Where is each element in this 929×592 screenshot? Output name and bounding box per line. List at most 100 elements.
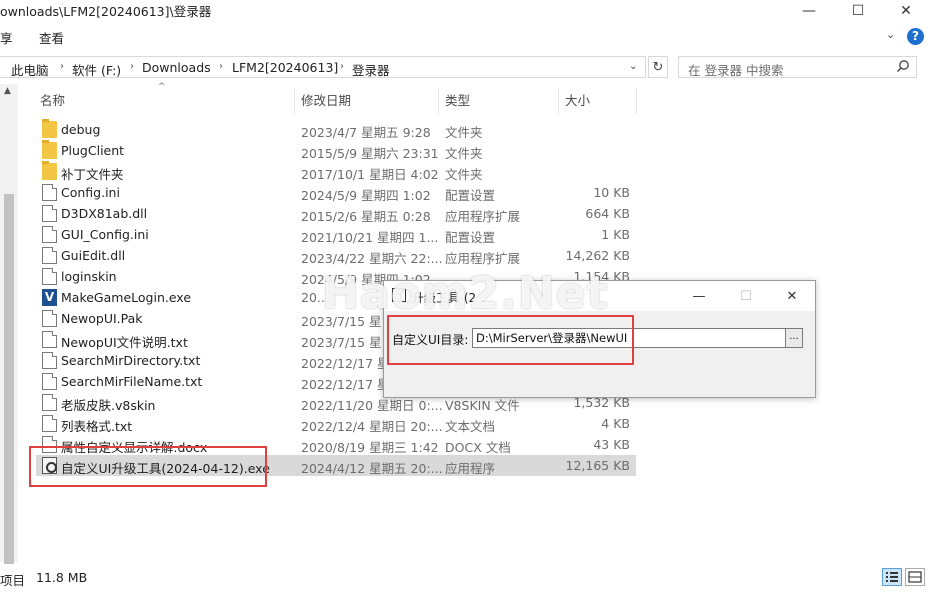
file-type: 文件夹: [445, 146, 483, 161]
selected-size: 11.8 MB: [36, 570, 88, 585]
file-modified-date: 2023/4/22 星期六 22:...: [301, 251, 443, 266]
file-name: SearchMirFileName.txt: [61, 374, 203, 389]
dll-file-icon: [42, 247, 57, 264]
help-icon[interactable]: ?: [907, 28, 924, 45]
ini-file-icon: [42, 184, 57, 201]
maximize-icon: ☐: [851, 3, 865, 19]
breadcrumb-separator[interactable]: ›: [219, 61, 223, 72]
refresh-icon: ↻: [652, 59, 664, 75]
tab-view[interactable]: 查看: [39, 28, 64, 47]
file-modified-date: 2020/8/19 星期三 1:42: [301, 440, 439, 455]
column-divider[interactable]: [558, 88, 559, 114]
breadcrumb-lfm2[interactable]: LFM2[20240613]: [232, 60, 338, 75]
file-row[interactable]: GUI_Config.ini 2021/10/21 星期四 1... 配置设置 1 K…: [36, 224, 636, 245]
column-header-name[interactable]: 名称: [40, 90, 65, 112]
file-name: D3DX81ab.dll: [61, 206, 148, 221]
refresh-button[interactable]: ↻: [648, 56, 668, 78]
breadcrumb-drive[interactable]: 软件 (F:): [72, 60, 121, 79]
text-file-icon: [42, 415, 57, 432]
close-icon: ✕: [786, 288, 798, 304]
address-dropdown-icon[interactable]: ⌄: [629, 61, 637, 72]
breadcrumb-separator[interactable]: ›: [130, 61, 134, 72]
breadcrumb-current[interactable]: 登录器: [352, 60, 390, 79]
browse-button[interactable]: ...: [785, 328, 803, 348]
file-row[interactable]: GuiEdit.dll 2023/4/22 星期六 22:... 应用程序扩展 14,…: [36, 245, 636, 266]
breadcrumb-this-pc[interactable]: 此电脑: [11, 60, 49, 79]
scrollbar-thumb[interactable]: [4, 194, 14, 564]
breadcrumb-separator[interactable]: ›: [60, 61, 64, 72]
minimize-icon: —: [692, 288, 706, 304]
search-box[interactable]: 在 登录器 中搜索: [678, 56, 917, 78]
search-icon[interactable]: [896, 59, 910, 73]
file-name: NewopUI.Pak: [61, 311, 143, 326]
address-bar[interactable]: 此电脑 › 软件 (F:) › Downloads › LFM2[2024061…: [0, 56, 646, 78]
file-name: PlugClient: [61, 143, 125, 158]
expand-ribbon-icon[interactable]: ⌄: [886, 28, 895, 41]
file-modified-date: 2023/7/15 星: [301, 335, 382, 350]
window-title: ownloads\LFM2[20240613]\登录器: [0, 4, 212, 19]
file-modified-date: 2022/12/4 星期日 20:...: [301, 419, 443, 434]
column-divider[interactable]: [438, 88, 439, 114]
dialog-minimize-button[interactable]: —: [684, 285, 714, 307]
large-icons-view-button[interactable]: [905, 568, 925, 586]
file-modified-date: 2015/5/9 星期六 23:31: [301, 146, 439, 161]
breadcrumb-downloads[interactable]: Downloads: [142, 60, 211, 75]
file-type: 文本文档: [445, 419, 496, 434]
file-modified-date: 2024/4/12 星期五 20:...: [301, 461, 443, 476]
file-name: MakeGameLogin.exe: [61, 290, 192, 305]
file-icon: [42, 394, 57, 411]
file-modified-date: 2022/12/17 星: [301, 377, 390, 392]
dialog-maximize-button[interactable]: ☐: [731, 285, 761, 307]
file-size: 1 KB: [601, 227, 630, 242]
scroll-up-icon[interactable]: ▲: [4, 86, 11, 96]
file-row[interactable]: PlugClient 2015/5/9 星期六 23:31 文件夹: [36, 140, 636, 161]
file-modified-date: 2015/2/6 星期五 0:28: [301, 209, 431, 224]
column-header-type[interactable]: 类型: [445, 90, 470, 112]
file-row[interactable]: 列表格式.txt 2022/12/4 星期日 20:... 文本文档 4 KB: [36, 413, 636, 434]
sort-ascending-icon: ^: [158, 82, 166, 92]
file-size: 4 KB: [601, 416, 630, 431]
file-row[interactable]: 补丁文件夹 2017/10/1 星期日 4:02 文件夹: [36, 161, 636, 182]
highlight-box: [387, 315, 634, 365]
minimize-button[interactable]: —: [789, 0, 829, 22]
column-header-size[interactable]: 大小: [565, 90, 590, 112]
file-name: GuiEdit.dll: [61, 248, 126, 263]
ini-file-icon: [42, 226, 57, 243]
file-modified-date: 2024/5/9 星期四 1:02: [301, 188, 431, 203]
file-name: debug: [61, 122, 101, 137]
column-divider[interactable]: [294, 88, 295, 114]
file-row[interactable]: debug 2023/4/7 星期五 9:28 文件夹: [36, 119, 636, 140]
file-name: 列表格式.txt: [61, 419, 133, 434]
file-row[interactable]: D3DX81ab.dll 2015/2/6 星期五 0:28 应用程序扩展 664 K…: [36, 203, 636, 224]
text-file-icon: [42, 331, 57, 348]
column-header-date[interactable]: 修改日期: [301, 90, 351, 112]
nav-pane-scrollbar[interactable]: ▲: [0, 84, 18, 564]
dialog-close-button[interactable]: ✕: [777, 285, 807, 307]
highlight-box: [29, 446, 267, 487]
file-size: 12,165 KB: [565, 458, 630, 473]
item-count: 项目: [0, 573, 26, 588]
file-modified-date: 2017/10/1 星期日 4:02: [301, 167, 439, 182]
details-view-button[interactable]: [882, 568, 902, 586]
file-type: 应用程序扩展: [445, 209, 521, 224]
file-name: Config.ini: [61, 185, 120, 200]
maximize-icon: ☐: [740, 288, 752, 304]
file-icon: [42, 268, 57, 285]
breadcrumb-separator[interactable]: ›: [340, 61, 344, 72]
column-divider[interactable]: [636, 88, 637, 114]
maximize-button[interactable]: ☐: [838, 0, 878, 22]
file-name: 补丁文件夹: [61, 167, 124, 182]
minimize-icon: —: [802, 3, 816, 19]
file-size: 10 KB: [593, 185, 630, 200]
watermark: Haom2.Net: [322, 268, 609, 319]
close-button[interactable]: ✕: [886, 0, 926, 22]
file-name: SearchMirDirectory.txt: [61, 353, 201, 368]
tab-share[interactable]: 享: [0, 28, 13, 47]
file-modified-date: 2022/12/17 星: [301, 356, 390, 371]
status-bar: 项目 11.8 MB: [0, 566, 929, 592]
file-type: DOCX 文档: [445, 440, 511, 455]
file-size: 14,262 KB: [565, 248, 630, 263]
file-name: 老版皮肤.v8skin: [61, 398, 156, 413]
file-row[interactable]: Config.ini 2024/5/9 星期四 1:02 配置设置 10 KB: [36, 182, 636, 203]
file-icon: [42, 310, 57, 327]
